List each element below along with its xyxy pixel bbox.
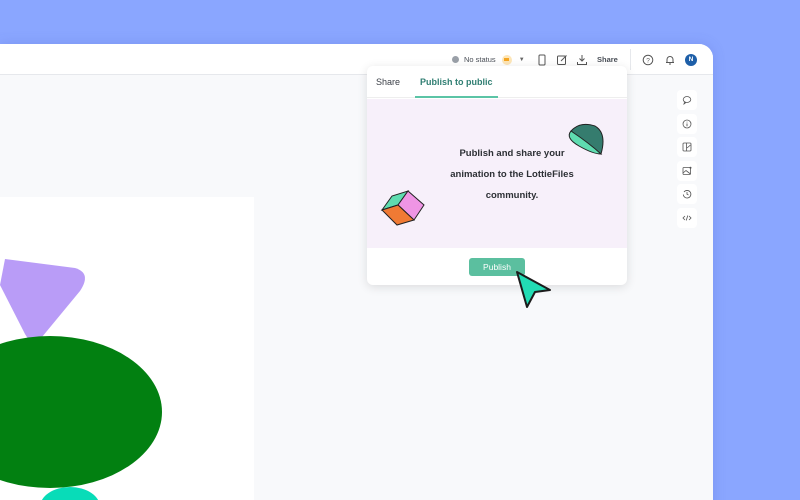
mobile-icon (535, 53, 549, 67)
image-settings-button[interactable] (677, 160, 697, 181)
svg-text:?: ? (646, 57, 650, 64)
notifications-button[interactable] (663, 44, 677, 75)
animation-canvas[interactable] (0, 197, 254, 500)
layers-button[interactable] (677, 137, 697, 158)
right-toolbar (677, 90, 697, 232)
code-icon (682, 215, 692, 221)
comments-button[interactable] (677, 90, 697, 110)
share-popover: Share Publish to public Publish and shar… (367, 66, 627, 285)
crown-icon (501, 54, 512, 65)
status-label: No status (464, 55, 496, 64)
tab-publish-to-public[interactable]: Publish to public (415, 66, 498, 98)
chevron-down-icon: ▼ (518, 56, 525, 63)
history-button[interactable] (677, 184, 697, 205)
bell-icon (663, 53, 677, 67)
green-ellipse-shape (0, 336, 162, 488)
info-icon (682, 119, 692, 128)
canvas-artwork (0, 259, 162, 500)
promo-line: community. (485, 190, 539, 201)
hemisphere-illustration (568, 123, 604, 155)
edit-icon (555, 53, 569, 67)
download-icon (575, 53, 589, 67)
code-button[interactable] (677, 207, 697, 228)
publish-promo: Publish and share your animation to the … (367, 99, 627, 248)
avatar: N (685, 53, 697, 66)
help-icon: ? (641, 53, 655, 67)
layers-icon (682, 142, 692, 152)
cursor-pointer-icon (516, 271, 551, 308)
help-button[interactable]: ? (641, 44, 655, 75)
popover-tabs: Share Publish to public (367, 66, 627, 98)
status-dot-icon (452, 56, 459, 63)
purple-triangle-shape (0, 259, 85, 342)
history-icon (682, 190, 692, 199)
image-settings-icon (682, 166, 692, 175)
divider (630, 49, 631, 70)
info-button[interactable] (677, 113, 697, 134)
user-avatar-button[interactable]: N (685, 44, 697, 75)
promo-line: animation to the LottieFiles (450, 169, 574, 180)
tab-share[interactable]: Share (376, 66, 400, 98)
comment-icon (682, 96, 692, 105)
teal-shape (41, 487, 99, 500)
